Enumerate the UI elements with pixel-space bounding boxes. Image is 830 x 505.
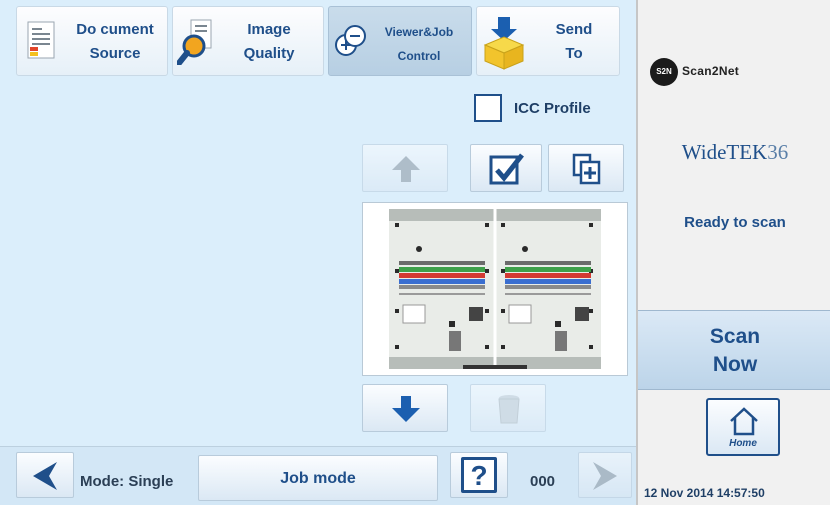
job-mode-label: Job mode [280, 470, 356, 487]
mode-label: Mode: Single [80, 473, 174, 490]
scan-now-line2: Now [712, 353, 758, 376]
home-label: Home [729, 438, 757, 449]
arrow-left-icon [33, 462, 57, 490]
scan2net-logo: S2N Scan2Net [650, 56, 818, 90]
help-button[interactable]: ? [450, 452, 508, 498]
tab-label-line2: Control [397, 49, 441, 63]
model-name: WideTEK [681, 140, 768, 164]
device-model: WideTEK36 [638, 140, 830, 165]
tab-label-line2: Quality [243, 45, 295, 62]
tab-label-line2: Source [89, 45, 141, 62]
logo-text: Scan2Net [682, 64, 740, 78]
home-icon [730, 407, 758, 436]
main-panel: Do cument Source Image Quality Viewer&Jo… [0, 0, 636, 505]
move-down-button[interactable] [362, 384, 448, 432]
page-counter: 000 [530, 473, 556, 490]
icc-profile-label: ICC Profile [514, 100, 591, 117]
arrow-up-icon [392, 156, 420, 182]
delete-button[interactable] [470, 384, 546, 432]
scan-preview[interactable] [362, 202, 628, 376]
tab-label-line1: Do cument [76, 21, 154, 38]
tab-label-line1: Image [247, 21, 291, 38]
datetime-display: 12 Nov 2014 14:57:50 [644, 486, 765, 500]
forward-button[interactable] [578, 452, 632, 498]
trash-icon [498, 395, 520, 424]
scan-now-line1: Scan [709, 325, 761, 348]
checkbox-checked-icon [489, 153, 524, 185]
copy-add-icon [572, 153, 601, 185]
scan-now-button[interactable]: Scan Now [638, 310, 830, 390]
help-icon: ? [461, 457, 497, 493]
model-number: 36 [767, 140, 789, 164]
status-sidebar: S2N Scan2Net WideTEK36 Ready to scan Sca… [636, 0, 830, 505]
tab-label-line2: To [565, 45, 583, 62]
box-arrow-icon [483, 17, 525, 70]
arrow-right-icon [593, 462, 617, 490]
arrow-down-icon [392, 396, 420, 422]
status-text: Ready to scan [684, 214, 786, 231]
tab-send-to[interactable]: Send To [476, 6, 620, 76]
tab-document-source[interactable]: Do cument Source [16, 6, 168, 76]
test-chart-thumbnail [389, 209, 601, 369]
tab-viewer-job-control[interactable]: Viewer&Job Control [328, 6, 472, 76]
add-page-button[interactable] [548, 144, 624, 192]
logo-badge: S2N [650, 58, 678, 86]
magnifier-icon [177, 19, 212, 65]
move-up-button[interactable] [362, 144, 448, 192]
zoom-icon [335, 25, 366, 56]
tab-image-quality[interactable]: Image Quality [172, 6, 324, 76]
job-mode-button[interactable]: Job mode [198, 455, 438, 501]
tab-label-line1: Viewer&Job [384, 25, 454, 39]
back-button[interactable] [16, 452, 74, 498]
select-page-button[interactable] [470, 144, 542, 192]
icc-profile-checkbox[interactable] [474, 94, 502, 122]
document-icon [27, 21, 55, 59]
home-button[interactable]: Home [706, 398, 780, 456]
tab-label-line1: Send [555, 21, 593, 38]
